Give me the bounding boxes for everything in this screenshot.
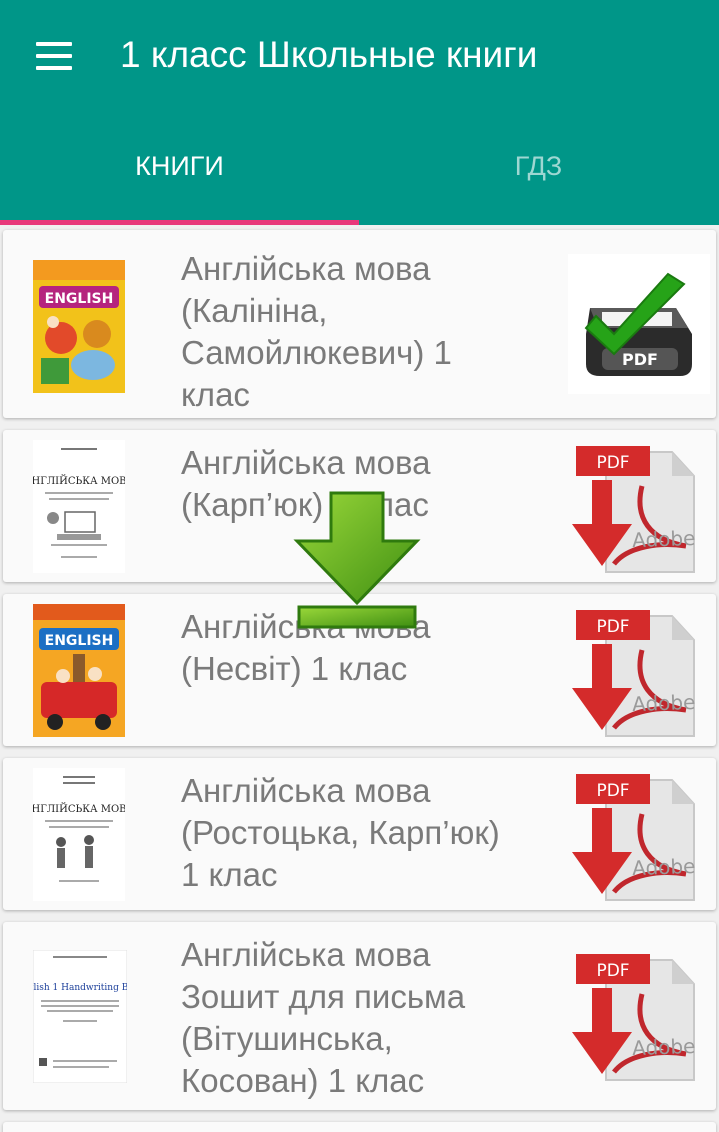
- tab-books-label: КНИГИ: [135, 151, 224, 181]
- adobe-label: Adobe: [632, 1034, 696, 1060]
- pdf-label: PDF: [596, 961, 629, 981]
- app-root: 1 класс Школьные книги КНИГИ ГДЗ ENGLISH: [0, 0, 719, 1132]
- pdf-downloaded-icon[interactable]: PDF: [568, 254, 710, 394]
- app-title: 1 класс Школьные книги: [120, 34, 538, 75]
- cover-text: ENGLISH: [45, 633, 114, 649]
- book-title: Англійська мова (Ростоцька, Карп’юк) 1 к…: [181, 772, 500, 893]
- book-card[interactable]: ENGLISH Англійська мова (Калініна, Самой…: [3, 230, 716, 418]
- adobe-pdf-download-icon[interactable]: PDF Adobe: [568, 440, 710, 580]
- adobe-label: Adobe: [632, 854, 696, 880]
- book-title: Англійська мова Зошит для письма (Вітуши…: [181, 936, 466, 1099]
- book-card[interactable]: АНГЛІЙСЬКА МОВА Англійська мова (Ростоць…: [3, 758, 716, 910]
- download-arrow-icon[interactable]: [291, 489, 423, 634]
- book-card[interactable]: English 1 Handwriting Book Англійська мо…: [3, 922, 716, 1110]
- tab-books[interactable]: КНИГИ: [0, 120, 359, 225]
- adobe-label: Adobe: [632, 526, 696, 552]
- cover-text: English 1 Handwriting Book: [33, 983, 127, 993]
- tab-gdz[interactable]: ГДЗ: [359, 120, 718, 225]
- book-cover: English 1 Handwriting Book: [33, 950, 127, 1083]
- book-title: Англійська мова (Калініна, Самойлюкевич)…: [181, 250, 452, 413]
- adobe-pdf-download-icon[interactable]: PDF Adobe: [568, 604, 710, 744]
- adobe-pdf-download-icon[interactable]: PDF Adobe: [568, 948, 710, 1088]
- adobe-label: Adobe: [632, 690, 696, 716]
- pdf-label: PDF: [596, 781, 629, 801]
- book-cover: ENGLISH: [33, 260, 125, 393]
- app-toolbar: 1 класс Школьные книги: [0, 0, 719, 120]
- cover-text: АНГЛІЙСЬКА МОВА: [33, 803, 125, 815]
- tab-gdz-label: ГДЗ: [514, 151, 563, 181]
- pdf-label: PDF: [596, 617, 629, 637]
- tab-bar: КНИГИ ГДЗ: [0, 120, 719, 225]
- book-cover: АНГЛІЙСЬКА МОВА: [33, 768, 125, 901]
- pdf-label: PDF: [622, 350, 658, 369]
- book-cover: ENGLISH: [33, 604, 125, 737]
- menu-icon[interactable]: [34, 40, 76, 72]
- book-cover: АНГЛІЙСЬКА МОВА: [33, 440, 125, 573]
- pdf-label: PDF: [596, 453, 629, 473]
- cover-text: АНГЛІЙСЬКА МОВА: [33, 475, 125, 487]
- cover-text: ENGLISH: [45, 291, 114, 307]
- book-card[interactable]: [3, 1122, 716, 1132]
- tab-indicator: [0, 220, 359, 225]
- adobe-pdf-download-icon[interactable]: PDF Adobe: [568, 768, 710, 908]
